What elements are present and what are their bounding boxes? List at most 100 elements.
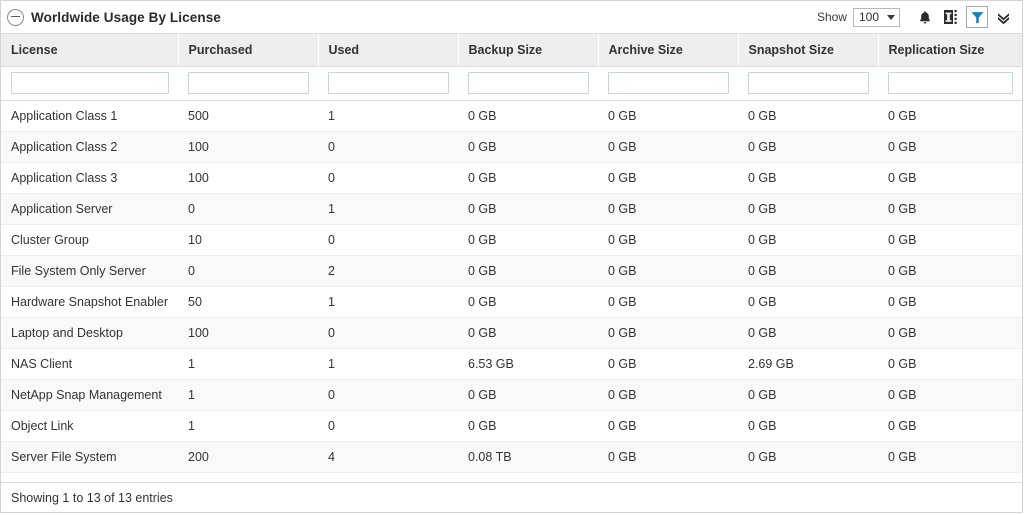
license-usage-table: License Purchased Used Backup Size Archive S… [1, 34, 1022, 482]
table-row[interactable]: File System Only Server020 GB0 GB0 GB0 G… [1, 256, 1022, 287]
filter-input-used[interactable] [328, 72, 449, 94]
column-header-label: Backup Size [469, 43, 543, 57]
table-row[interactable]: Laptop and Desktop10000 GB0 GB0 GB0 GB [1, 318, 1022, 349]
table-row[interactable]: Server File System20040.08 TB0 GB0 GB0 G… [1, 442, 1022, 473]
cell-used: 1 [318, 194, 458, 225]
table-row[interactable]: Application Server010 GB0 GB0 GB0 GB [1, 194, 1022, 225]
show-label: Show [817, 10, 847, 24]
filter-cell-replication_size [878, 67, 1022, 101]
column-header-purchased[interactable]: Purchased [178, 34, 318, 67]
filter-cell-purchased [178, 67, 318, 101]
cell-used: 1 [318, 473, 458, 483]
license-usage-table-container: License Purchased Used Backup Size Archive S… [1, 33, 1022, 482]
filter-cell-used [318, 67, 458, 101]
cell-replication_size: 0 GB [878, 442, 1022, 473]
cell-license: NetApp Snap Management [1, 380, 178, 411]
cell-license: File System Only Server [1, 256, 178, 287]
table-row[interactable]: Application Class 210000 GB0 GB0 GB0 GB [1, 132, 1022, 163]
cell-replication_size: 0 GB [878, 225, 1022, 256]
cell-snapshot_size: 0 GB [738, 287, 878, 318]
collapse-all-chevrons-icon-button[interactable] [992, 6, 1014, 28]
cell-purchased: 100 [178, 318, 318, 349]
page-size-value: 100 [859, 9, 879, 26]
cell-archive_size: 0 GB [598, 256, 738, 287]
filter-input-replication_size[interactable] [888, 72, 1013, 94]
cell-used: 1 [318, 101, 458, 132]
cell-backup_size: 0 GB [458, 163, 598, 194]
cell-used: 0 [318, 225, 458, 256]
cell-replication_size: 0 GB [878, 411, 1022, 442]
table-row[interactable]: Application Class 150010 GB0 GB0 GB0 GB [1, 101, 1022, 132]
column-header-archive_size[interactable]: Archive Size [598, 34, 738, 67]
chevron-down-icon [887, 15, 895, 20]
cell-license: Application Class 1 [1, 101, 178, 132]
filter-input-purchased[interactable] [188, 72, 309, 94]
cell-license: NAS Client [1, 349, 178, 380]
cell-archive_size: 0 GB [598, 349, 738, 380]
cell-archive_size: 0 GB [598, 287, 738, 318]
cell-backup_size: 0 GB [458, 411, 598, 442]
bell-icon-button[interactable] [914, 6, 936, 28]
cell-purchased: 0 [178, 256, 318, 287]
column-header-replication_size[interactable]: Replication Size [878, 34, 1022, 67]
cell-archive_size: 0 GB [598, 473, 738, 483]
filter-icon [971, 11, 984, 24]
table-header-row: License Purchased Used Backup Size Archive S… [1, 34, 1022, 67]
table-row[interactable]: Cluster Group1000 GB0 GB0 GB0 GB [1, 225, 1022, 256]
cell-backup_size: 0 GB [458, 473, 598, 483]
cell-snapshot_size: 0 GB [738, 473, 878, 483]
header-toolbar: Show 100 [817, 6, 1014, 28]
cell-snapshot_size: 0 GB [738, 194, 878, 225]
cell-replication_size: 0 GB [878, 318, 1022, 349]
filter-input-backup_size[interactable] [468, 72, 589, 94]
table-row[interactable]: Object Link100 GB0 GB0 GB0 GB [1, 411, 1022, 442]
cell-used: 0 [318, 411, 458, 442]
cell-used: 1 [318, 349, 458, 380]
page-size-select[interactable]: 100 [853, 8, 900, 27]
worldwide-usage-by-license-panel: Worldwide Usage By License Show 100 [0, 0, 1023, 513]
column-header-label: Archive Size [609, 43, 683, 57]
column-header-label: Used [329, 43, 360, 57]
filter-cell-license [1, 67, 178, 101]
page-title: Worldwide Usage By License [31, 10, 221, 25]
column-header-backup_size[interactable]: Backup Size [458, 34, 598, 67]
cell-archive_size: 0 GB [598, 411, 738, 442]
cell-purchased: 1 [178, 380, 318, 411]
cell-snapshot_size: 0 GB [738, 380, 878, 411]
table-body: Application Class 150010 GB0 GB0 GB0 GBA… [1, 101, 1022, 483]
cell-license: Cluster Group [1, 225, 178, 256]
table-row[interactable]: Application Class 310000 GB0 GB0 GB0 GB [1, 163, 1022, 194]
filter-input-snapshot_size[interactable] [748, 72, 869, 94]
cell-snapshot_size: 0 GB [738, 225, 878, 256]
bell-icon [918, 10, 932, 25]
table-row[interactable]: Hardware Snapshot Enabler5010 GB0 GB0 GB… [1, 287, 1022, 318]
cell-archive_size: 0 GB [598, 225, 738, 256]
minus-circle-icon[interactable] [7, 9, 24, 26]
cell-used: 4 [318, 442, 458, 473]
column-header-snapshot_size[interactable]: Snapshot Size [738, 34, 878, 67]
cell-snapshot_size: 0 GB [738, 101, 878, 132]
cell-archive_size: 0 GB [598, 318, 738, 349]
table-row[interactable]: NetApp Snap Management100 GB0 GB0 GB0 GB [1, 380, 1022, 411]
filter-input-archive_size[interactable] [608, 72, 729, 94]
column-header-label: Purchased [189, 43, 253, 57]
cell-purchased: 100 [178, 132, 318, 163]
column-header-used[interactable]: Used [318, 34, 458, 67]
table-header: License Purchased Used Backup Size Archive S… [1, 34, 1022, 101]
cell-replication_size: 0 GB [878, 380, 1022, 411]
column-header-label: Replication Size [889, 43, 985, 57]
cell-used: 2 [318, 256, 458, 287]
panel-header: Worldwide Usage By License Show 100 [1, 1, 1022, 33]
cell-replication_size: 0 GB [878, 163, 1022, 194]
filter-icon-button[interactable] [966, 6, 988, 28]
filter-input-license[interactable] [11, 72, 169, 94]
export-grid-icon [944, 10, 959, 24]
cell-used: 1 [318, 287, 458, 318]
table-row[interactable]: NAS Client116.53 GB0 GB2.69 GB0 GB [1, 349, 1022, 380]
cell-used: 0 [318, 163, 458, 194]
column-header-license[interactable]: License [1, 34, 178, 67]
cell-purchased: 100 [178, 163, 318, 194]
export-grid-icon-button[interactable] [940, 6, 962, 28]
cell-replication_size: 0 GB [878, 349, 1022, 380]
table-row[interactable]: Virtual Server110 GB0 GB0 GB0 GB [1, 473, 1022, 483]
